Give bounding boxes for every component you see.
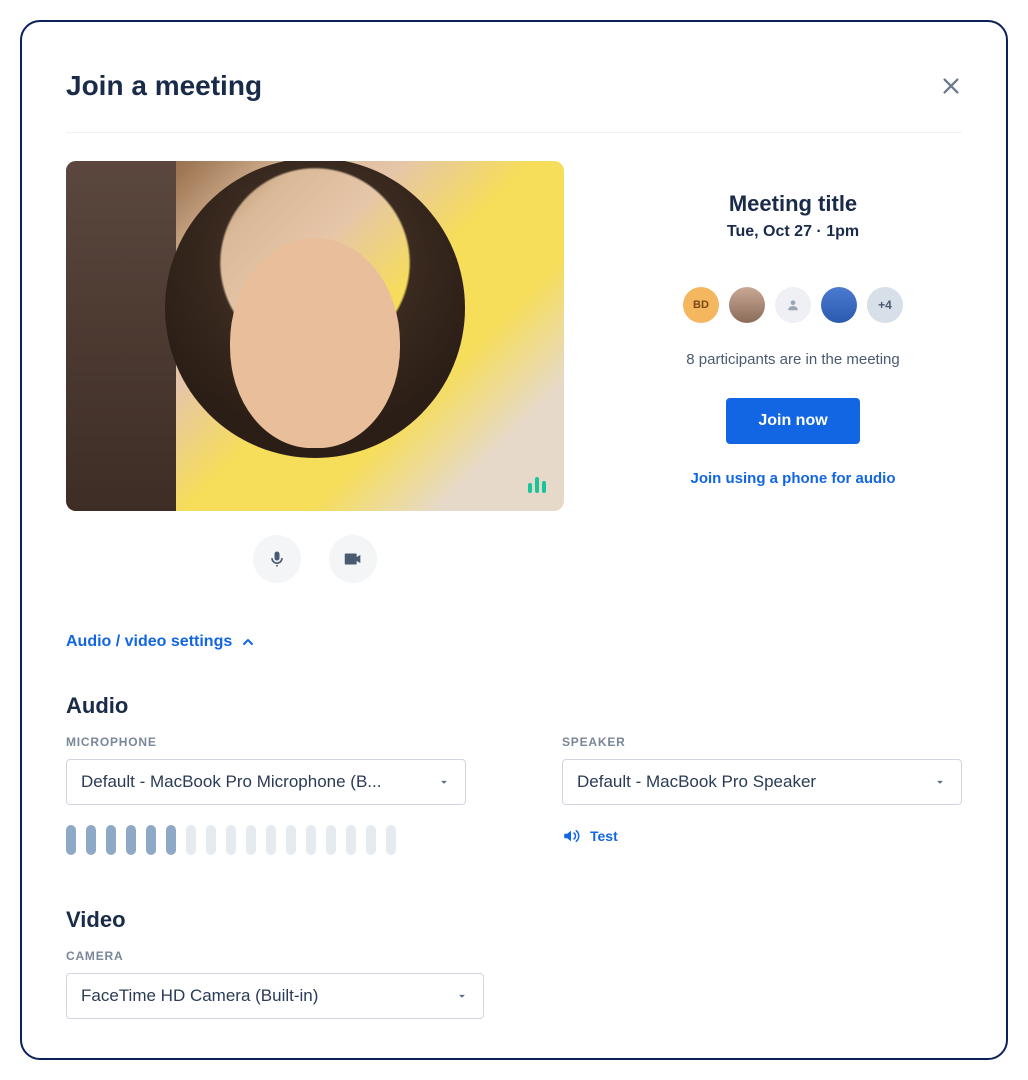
close-icon[interactable]: [940, 75, 962, 97]
microphone-value: Default - MacBook Pro Microphone (B...: [81, 772, 381, 792]
speaker-label: SPEAKER: [562, 735, 962, 749]
audio-section-title: Audio: [66, 693, 962, 719]
chevron-down-icon: [455, 989, 469, 1003]
video-section-title: Video: [66, 907, 962, 933]
preview-column: [66, 161, 564, 583]
avatar-overflow[interactable]: +4: [867, 287, 903, 323]
join-by-phone-link[interactable]: Join using a phone for audio: [691, 470, 896, 487]
participant-avatars: BD +4: [683, 287, 903, 323]
toggle-camera-button[interactable]: [329, 535, 377, 583]
camera-value: FaceTime HD Camera (Built-in): [81, 986, 318, 1006]
camera-icon: [342, 548, 364, 570]
video-preview: [66, 161, 564, 511]
camera-select[interactable]: FaceTime HD Camera (Built-in): [66, 973, 484, 1019]
chevron-down-icon: [437, 775, 451, 789]
chevron-down-icon: [933, 775, 947, 789]
av-settings-label: Audio / video settings: [66, 633, 232, 651]
microphone-icon: [267, 549, 287, 569]
meeting-datetime: Tue, Oct 27 · 1pm: [727, 223, 859, 241]
microphone-select[interactable]: Default - MacBook Pro Microphone (B...: [66, 759, 466, 805]
sound-icon: [562, 827, 580, 845]
test-speaker-label: Test: [590, 828, 618, 844]
mute-mic-button[interactable]: [253, 535, 301, 583]
microphone-label: MICROPHONE: [66, 735, 466, 749]
person-icon: [786, 298, 800, 312]
join-meeting-modal: Join a meeting: [20, 20, 1008, 1060]
speaker-value: Default - MacBook Pro Speaker: [577, 772, 816, 792]
av-settings-toggle[interactable]: Audio / video settings: [66, 633, 962, 651]
mic-level-meter: [66, 825, 466, 855]
test-speaker-button[interactable]: Test: [562, 827, 962, 845]
speaker-select[interactable]: Default - MacBook Pro Speaker: [562, 759, 962, 805]
avatar[interactable]: [821, 287, 857, 323]
avatar[interactable]: BD: [683, 287, 719, 323]
join-now-button[interactable]: Join now: [726, 398, 859, 444]
avatar[interactable]: [775, 287, 811, 323]
camera-label: CAMERA: [66, 949, 484, 963]
avatar[interactable]: [729, 287, 765, 323]
modal-header: Join a meeting: [66, 70, 962, 133]
chevron-up-icon: [240, 634, 256, 650]
meeting-title: Meeting title: [729, 191, 857, 217]
modal-title: Join a meeting: [66, 70, 262, 102]
participants-count: 8 participants are in the meeting: [686, 351, 899, 368]
meeting-info: Meeting title Tue, Oct 27 · 1pm BD +4 8 …: [624, 161, 962, 583]
audio-level-icon: [528, 477, 546, 493]
